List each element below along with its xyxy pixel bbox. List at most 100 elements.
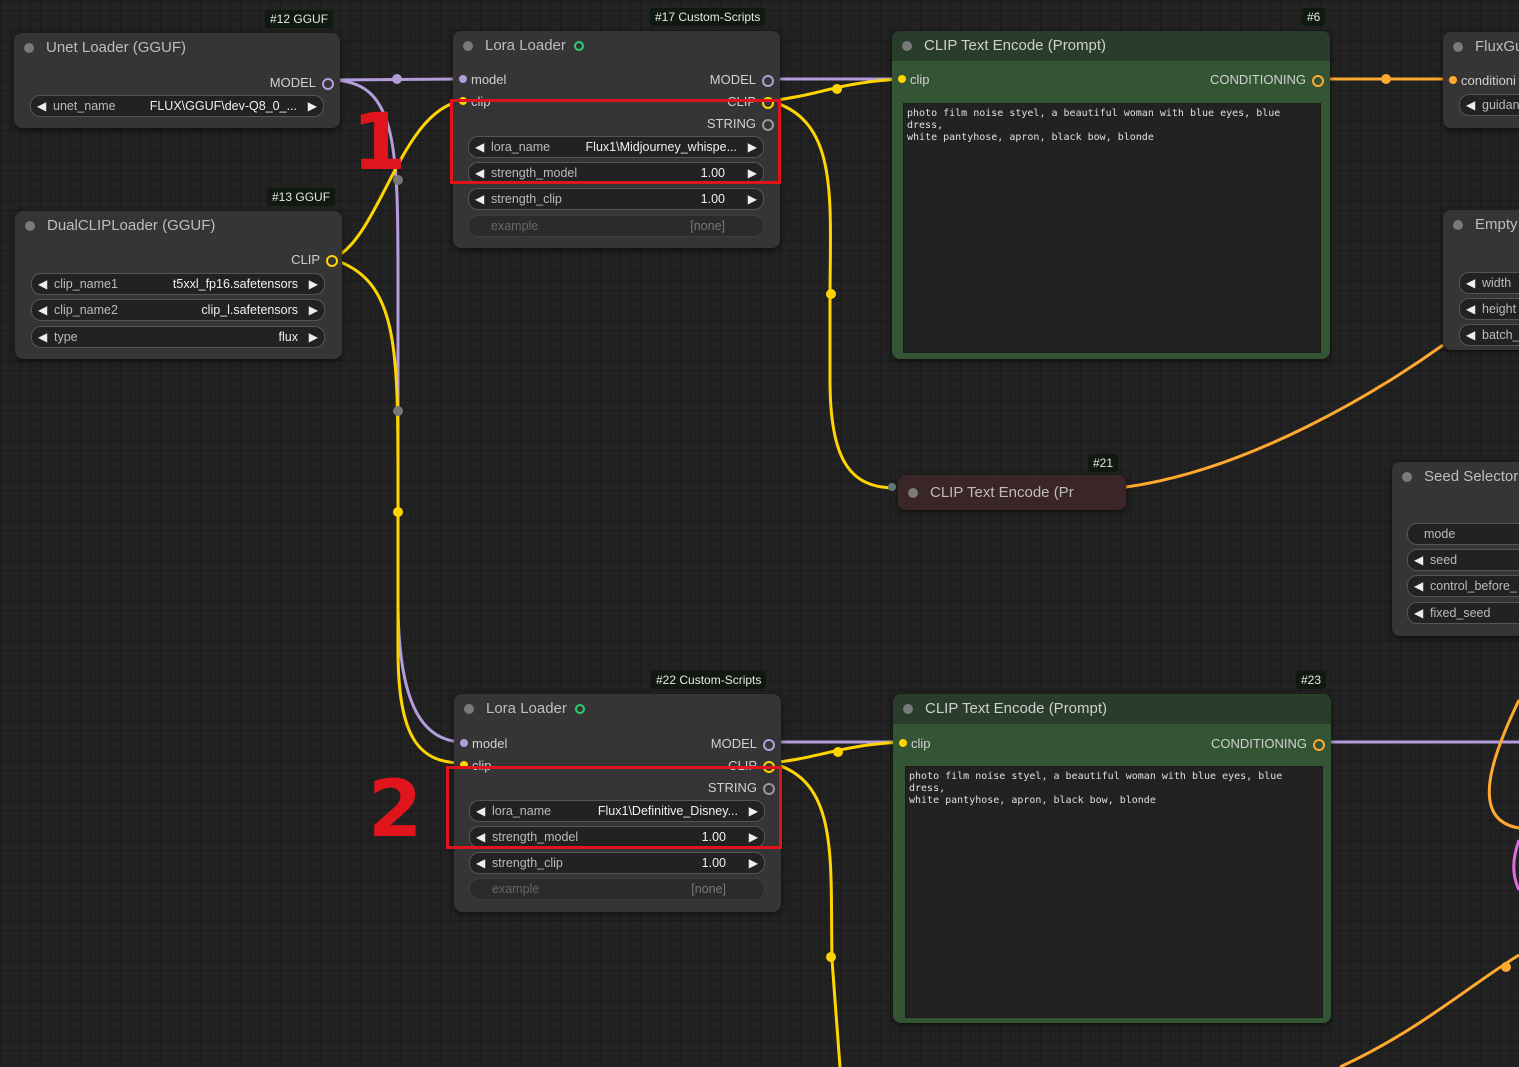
decrement-arrow-icon[interactable]: ◀ — [475, 189, 484, 209]
decrement-arrow-icon[interactable]: ◀ — [1414, 576, 1423, 596]
widget-strength-clip[interactable]: ◀ strength_clip 1.00 ▶ — [468, 188, 764, 210]
decrement-arrow-icon[interactable]: ◀ — [38, 327, 47, 347]
collapse-dot-icon[interactable] — [1402, 472, 1412, 482]
widget-type[interactable]: ◀ type flux ▶ — [31, 326, 325, 348]
decrement-arrow-icon[interactable]: ◀ — [38, 274, 47, 294]
node-title[interactable]: Lora Loader — [454, 694, 781, 724]
slot-dot-icon[interactable] — [888, 483, 896, 491]
prompt-textarea[interactable]: photo film noise styel, a beautiful woma… — [903, 103, 1321, 353]
node-title[interactable]: Empty — [1443, 210, 1519, 240]
slot-dot-icon[interactable] — [1312, 74, 1324, 87]
decrement-arrow-icon[interactable]: ◀ — [1466, 273, 1475, 293]
widget-batch[interactable]: ◀ batch_ — [1459, 324, 1519, 346]
input-slot-model[interactable]: model — [459, 72, 506, 87]
slot-dot-icon[interactable] — [898, 75, 906, 83]
clip-wire — [331, 257, 464, 765]
slot-dot-icon[interactable] — [460, 739, 468, 747]
widget-clip-name1[interactable]: ◀ clip_name1 t5xxl_fp16.safetensors ▶ — [31, 273, 325, 295]
decrement-arrow-icon[interactable]: ◀ — [476, 853, 485, 873]
decrement-arrow-icon[interactable]: ◀ — [1414, 603, 1423, 623]
collapse-dot-icon[interactable] — [1453, 42, 1463, 52]
collapse-dot-icon[interactable] — [464, 704, 474, 714]
node-title[interactable]: Lora Loader — [453, 31, 780, 61]
widget-guidance[interactable]: ◀ guidan — [1459, 94, 1519, 116]
clip-text-encode-node-6[interactable]: CLIP Text Encode (Prompt) clip CONDITION… — [892, 31, 1330, 359]
decrement-arrow-icon[interactable]: ◀ — [1466, 95, 1475, 115]
collapse-dot-icon[interactable] — [902, 41, 912, 51]
widget-mode[interactable]: mode — [1407, 523, 1519, 545]
clip-text-encode-node-23[interactable]: CLIP Text Encode (Prompt) clip CONDITION… — [893, 694, 1331, 1023]
dualclip-loader-node[interactable]: DualCLIPLoader (GGUF) CLIP ◀ clip_name1 … — [15, 211, 342, 359]
increment-arrow-icon[interactable]: ▶ — [308, 96, 317, 116]
decrement-arrow-icon[interactable]: ◀ — [1466, 325, 1475, 345]
slot-dot-icon[interactable] — [1449, 76, 1457, 84]
slot-dot-icon[interactable] — [326, 254, 338, 267]
reroute-dot — [393, 406, 403, 416]
decrement-arrow-icon[interactable]: ◀ — [1466, 299, 1475, 319]
slot-dot-icon[interactable] — [1313, 738, 1325, 751]
node-title-text: FluxGu — [1475, 38, 1519, 55]
node-badge: #21 — [1088, 454, 1119, 472]
output-slot-model[interactable]: MODEL — [270, 75, 334, 90]
node-title[interactable]: CLIP Text Encode (Prompt) — [892, 31, 1330, 61]
node-title[interactable]: CLIP Text Encode (Prompt) — [893, 694, 1331, 724]
decrement-arrow-icon[interactable]: ◀ — [37, 96, 46, 116]
collapse-dot-icon[interactable] — [908, 488, 918, 498]
collapse-dot-icon[interactable] — [1453, 220, 1463, 230]
node-title[interactable]: Seed Selector — [1392, 462, 1519, 492]
output-slot-clip[interactable]: CLIP — [291, 252, 338, 267]
custom-scripts-icon — [573, 41, 584, 52]
widget-strength-clip[interactable]: ◀ strength_clip 1.00 ▶ — [469, 852, 765, 874]
decrement-arrow-icon[interactable]: ◀ — [38, 300, 47, 320]
node-graph-canvas[interactable]: #12 GGUF Unet Loader (GGUF) MODEL ◀ unet… — [0, 0, 1519, 1067]
collapse-dot-icon[interactable] — [903, 704, 913, 714]
reroute-dot — [1501, 962, 1511, 972]
widget-label: mode — [1424, 527, 1456, 541]
slot-dot-icon[interactable] — [762, 74, 774, 87]
input-slot-model[interactable]: model — [460, 736, 507, 751]
collapse-dot-icon[interactable] — [24, 43, 34, 53]
clip-text-encode-node-21-collapsed[interactable]: CLIP Text Encode (Pr — [898, 475, 1126, 510]
decrement-arrow-icon[interactable]: ◀ — [1414, 550, 1423, 570]
slot-label: CLIP — [291, 252, 320, 267]
widget-height[interactable]: ◀ height — [1459, 298, 1519, 320]
node-title[interactable]: Unet Loader (GGUF) — [14, 33, 340, 63]
clip-wire — [769, 99, 894, 490]
increment-arrow-icon[interactable]: ▶ — [309, 327, 318, 347]
node-title[interactable]: FluxGu — [1443, 32, 1519, 62]
input-slot-clip[interactable]: clip — [898, 72, 930, 87]
widget-width[interactable]: ◀ width — [1459, 272, 1519, 294]
output-slot-model[interactable]: MODEL — [710, 72, 774, 87]
increment-arrow-icon[interactable]: ▶ — [748, 189, 757, 209]
output-slot-model[interactable]: MODEL — [711, 736, 775, 751]
unet-loader-node[interactable]: Unet Loader (GGUF) MODEL ◀ unet_name FLU… — [14, 33, 340, 128]
widget-control-before[interactable]: ◀ control_before_ — [1407, 575, 1519, 597]
increment-arrow-icon[interactable]: ▶ — [309, 300, 318, 320]
increment-arrow-icon[interactable]: ▶ — [309, 274, 318, 294]
widget-unet-name[interactable]: ◀ unet_name FLUX\GGUF\dev-Q8_0_... ▶ — [30, 95, 324, 117]
increment-arrow-icon[interactable]: ▶ — [749, 853, 758, 873]
collapse-dot-icon[interactable] — [463, 41, 473, 51]
slot-dot-icon[interactable] — [322, 77, 334, 90]
prompt-textarea[interactable]: photo film noise styel, a beautiful woma… — [905, 766, 1323, 1018]
input-slot-conditioning[interactable]: conditioni — [1449, 73, 1516, 88]
slot-dot-icon[interactable] — [459, 75, 467, 83]
node-title-text: DualCLIPLoader (GGUF) — [47, 217, 216, 234]
node-title[interactable]: CLIP Text Encode (Pr — [898, 475, 1126, 510]
seed-selector-node[interactable]: Seed Selector mode ◀ seed ◀ control_befo… — [1392, 462, 1519, 636]
node-title[interactable]: DualCLIPLoader (GGUF) — [15, 211, 342, 241]
slot-dot-icon[interactable] — [899, 739, 907, 747]
empty-latent-node[interactable]: Empty ◀ width ◀ height ◀ batch_ — [1443, 210, 1519, 350]
collapse-dot-icon[interactable] — [25, 221, 35, 231]
slot-dot-icon[interactable] — [763, 738, 775, 751]
node-title-text: Seed Selector — [1424, 468, 1519, 485]
flux-guidance-node[interactable]: FluxGu conditioni ◀ guidan — [1443, 32, 1519, 128]
widget-seed[interactable]: ◀ seed — [1407, 549, 1519, 571]
widget-clip-name2[interactable]: ◀ clip_name2 clip_l.safetensors ▶ — [31, 299, 325, 321]
widget-fixed-seed[interactable]: ◀ fixed_seed — [1407, 602, 1519, 624]
slot-label: model — [471, 72, 507, 87]
input-slot-clip[interactable]: clip — [899, 736, 931, 751]
output-slot-conditioning[interactable]: CONDITIONING — [1211, 736, 1325, 751]
output-slot-conditioning[interactable]: CONDITIONING — [1210, 72, 1324, 87]
widget-value: 1.00 — [701, 856, 726, 870]
